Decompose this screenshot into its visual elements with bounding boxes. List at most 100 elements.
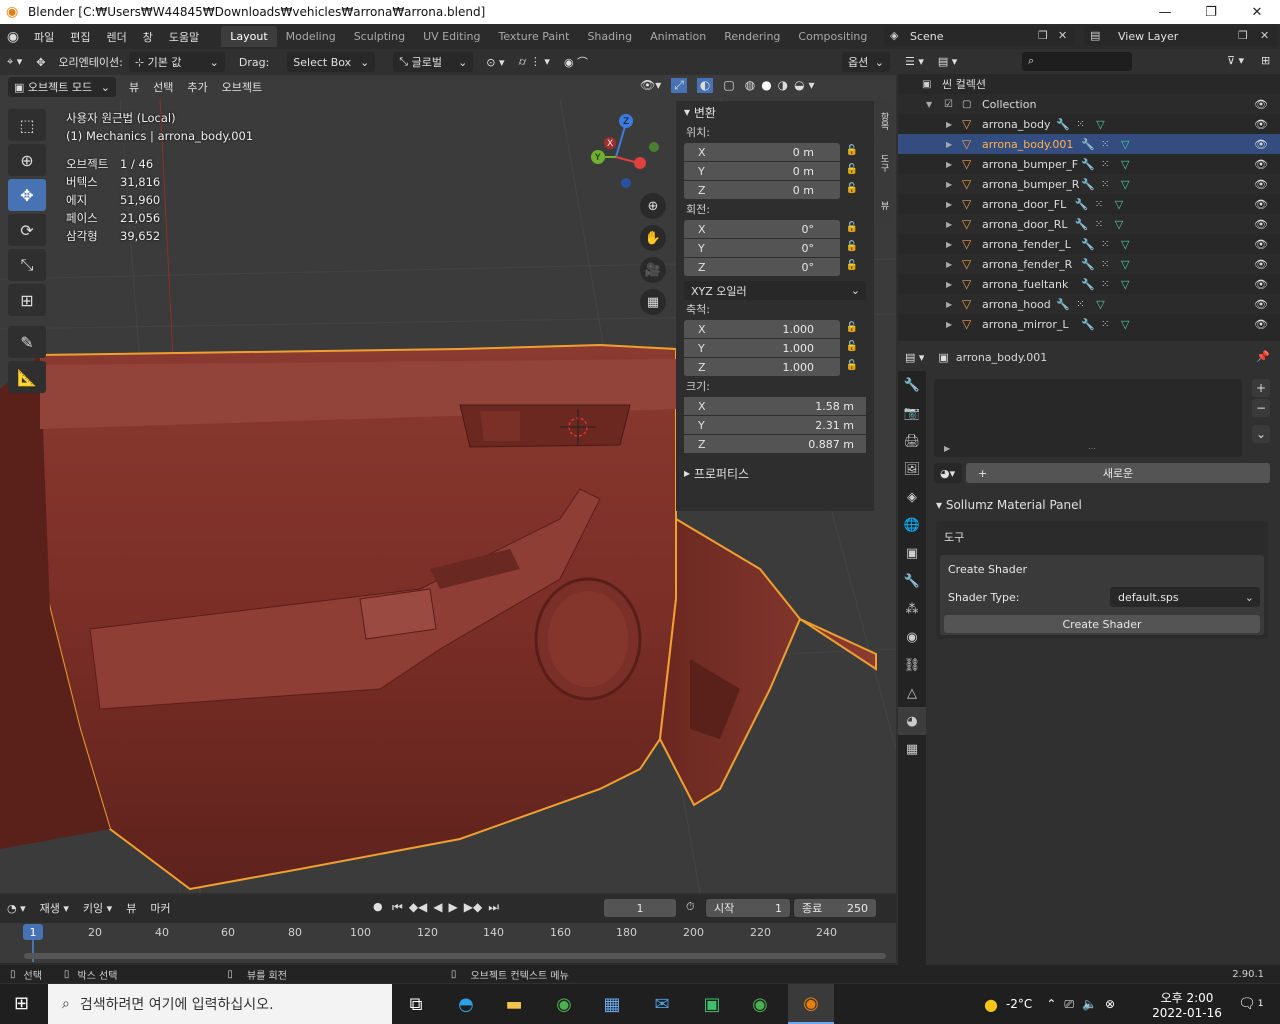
display-mode-icon[interactable]: ▤ ▾ bbox=[931, 55, 964, 68]
world-tab-icon[interactable]: 🌐 bbox=[898, 511, 926, 539]
record-icon[interactable]: ● bbox=[366, 900, 390, 913]
visibility-eye-icon[interactable]: 👁 bbox=[1254, 258, 1268, 271]
browse-material-icon[interactable]: ◕▾ bbox=[934, 463, 962, 483]
modifier-wrench-icon[interactable]: 🔧 bbox=[1075, 198, 1089, 211]
lock-icon[interactable]: 🔓 bbox=[846, 183, 858, 194]
tray-overflow-icon[interactable]: ⌃ bbox=[1046, 997, 1056, 1011]
mode-dropdown[interactable]: ▣ 오브젝트 모드 ⌄ bbox=[8, 77, 116, 97]
taskbar-search-input[interactable]: ⌕ 검색하려면 여기에 입력하십시오. bbox=[48, 984, 392, 1024]
copy-scene-icon[interactable]: ❐ bbox=[1038, 29, 1048, 42]
expand-triangle-icon[interactable]: ▶ bbox=[946, 320, 952, 329]
menu-marker[interactable]: 마커 bbox=[143, 900, 177, 916]
vertex-group-icon[interactable]: ⁙ bbox=[1101, 319, 1109, 330]
menu-timeline-view[interactable]: 뷰 bbox=[119, 900, 143, 916]
modifier-wrench-icon[interactable]: 🔧 bbox=[1056, 298, 1070, 311]
lock-icon[interactable]: 🔓 bbox=[846, 341, 858, 352]
store-icon[interactable]: ▦ bbox=[592, 988, 632, 1020]
shader-type-dropdown[interactable]: default.sps ⌄ bbox=[1110, 587, 1260, 607]
jump-keyframe-forward-icon[interactable]: ▶◆ bbox=[464, 900, 482, 915]
pivot-point-icon[interactable]: ⊙ ▾ bbox=[479, 56, 511, 69]
menu-object[interactable]: 오브젝트 bbox=[215, 79, 269, 95]
visibility-eye-icon[interactable]: 👁 bbox=[1254, 318, 1268, 331]
properties-editor-type-icon[interactable]: ▤ ▾ bbox=[898, 351, 931, 364]
tab-uv-editing[interactable]: UV Editing bbox=[414, 26, 489, 47]
menu-view[interactable]: 뷰 bbox=[122, 79, 146, 95]
texture-tab-icon[interactable]: ▦ bbox=[898, 735, 926, 763]
task-view-icon[interactable]: ⧉ bbox=[396, 988, 436, 1020]
properties-panel-header[interactable]: ▸ 프로퍼티스 bbox=[676, 462, 874, 484]
mesh-data-icon[interactable]: ▽ bbox=[1121, 178, 1129, 191]
menu-file[interactable]: 파일 bbox=[26, 29, 62, 45]
scale-x-field[interactable]: X 1.000 🔓 bbox=[684, 320, 858, 339]
material-slot-list[interactable]: ▶ ⋯ bbox=[934, 379, 1242, 457]
visibility-eye-icon[interactable]: 👁 bbox=[1254, 98, 1268, 111]
wireframe-shading-icon[interactable]: ◍ bbox=[745, 78, 755, 93]
transform-tool-icon[interactable]: ⊞ bbox=[8, 284, 46, 316]
scale-y-field[interactable]: Y 1.000 🔓 bbox=[684, 339, 858, 358]
sidebar-tab-view[interactable]: 뷰 bbox=[876, 185, 892, 225]
vertex-group-icon[interactable]: ⁙ bbox=[1101, 259, 1109, 270]
transform-space-dropdown[interactable]: ⤡ 글로벌 ⌄ bbox=[393, 52, 474, 72]
outliner-object-row[interactable]: ▶ ▽ arrona_bumper_F 🔧 ⁙ ▽ 👁 bbox=[898, 154, 1280, 174]
modifier-wrench-icon[interactable]: 🔧 bbox=[1081, 258, 1095, 271]
annotate-tool-icon[interactable]: ✎ bbox=[8, 326, 46, 358]
particles-tab-icon[interactable]: ⁂ bbox=[898, 595, 926, 623]
outliner-object-row[interactable]: ▶ ▽ arrona_bumper_R 🔧 ⁙ ▽ 👁 bbox=[898, 174, 1280, 194]
orientation-dropdown[interactable]: ⊹ 기본 값 ⌄ bbox=[128, 52, 225, 72]
filter-icon[interactable]: ⊽ ▾ bbox=[1220, 54, 1251, 67]
remove-slot-button[interactable]: − bbox=[1252, 399, 1270, 417]
minimize-button[interactable]: — bbox=[1142, 0, 1188, 24]
expand-triangle-icon[interactable]: ▶ bbox=[946, 120, 952, 129]
dimensions-x-field[interactable]: X 1.58 m bbox=[684, 397, 866, 416]
move-gizmo-icon[interactable]: ✥ bbox=[29, 56, 52, 69]
modifier-wrench-icon[interactable]: 🔧 bbox=[1075, 218, 1089, 231]
pin-icon[interactable]: 📌 bbox=[1256, 350, 1270, 363]
outliner-object-row[interactable]: ▶ ▽ arrona_door_RL 🔧 ⁙ ▽ 👁 bbox=[898, 214, 1280, 234]
rotation-mode-dropdown[interactable]: XYZ 오일러 ⌄ bbox=[684, 281, 866, 300]
measure-tool-icon[interactable]: 📐 bbox=[8, 361, 46, 393]
outliner-object-row[interactable]: ▶ ▽ arrona_body.001 🔧 ⁙ ▽ 👁 bbox=[898, 134, 1280, 154]
editor-type-icon[interactable]: ⌖ ▾ bbox=[0, 55, 29, 69]
visibility-eye-icon[interactable]: 👁 bbox=[1254, 178, 1268, 191]
options-dropdown[interactable]: 옵션 ⌄ bbox=[842, 52, 890, 72]
vertex-group-icon[interactable]: ⁙ bbox=[1101, 279, 1109, 290]
visibility-eye-icon[interactable]: 👁 bbox=[1254, 278, 1268, 291]
timeline-editor-type-icon[interactable]: ◔ ▾ bbox=[0, 902, 33, 915]
sidebar-tab-tool[interactable]: 도구 bbox=[876, 143, 892, 183]
jump-end-icon[interactable]: ⏭ bbox=[488, 900, 499, 915]
select-box-tool-icon[interactable]: ⬚ bbox=[8, 109, 46, 141]
preview-range-icon[interactable]: ⏱ bbox=[686, 900, 695, 914]
outliner-object-row[interactable]: ▶ ▽ arrona_hood 🔧 ⁙ ▽ 👁 bbox=[898, 294, 1280, 314]
maximize-button[interactable]: ❐ bbox=[1188, 0, 1234, 24]
menu-playback[interactable]: 재생 ▾ bbox=[33, 900, 76, 916]
vertex-group-icon[interactable]: ⁙ bbox=[1101, 179, 1109, 190]
pan-hand-icon[interactable]: ✋ bbox=[640, 225, 666, 251]
current-frame-field[interactable]: 1 bbox=[604, 899, 676, 917]
zoom-icon[interactable]: ⊕ bbox=[640, 193, 666, 219]
lock-icon[interactable]: 🔓 bbox=[846, 222, 858, 233]
expand-triangle-icon[interactable]: ▶ bbox=[946, 180, 952, 189]
snap-icon[interactable]: ⌭ ⋮ ▾ bbox=[512, 55, 557, 69]
tab-modeling[interactable]: Modeling bbox=[277, 26, 345, 47]
blender-menu-icon[interactable]: ◉ bbox=[0, 29, 26, 45]
render-tab-icon[interactable]: 📷 bbox=[898, 399, 926, 427]
copy-view-layer-icon[interactable]: ❐ bbox=[1238, 29, 1248, 42]
location-z-field[interactable]: Z0 m 🔓 bbox=[684, 181, 858, 200]
proportional-edit-icon[interactable]: ◉ ⌒ bbox=[557, 54, 595, 70]
tab-sculpting[interactable]: Sculpting bbox=[345, 26, 414, 47]
physics-tab-icon[interactable]: ◉ bbox=[898, 623, 926, 651]
menu-window[interactable]: 창 bbox=[135, 29, 161, 45]
expand-triangle-icon[interactable]: ▶ bbox=[946, 140, 952, 149]
new-material-button[interactable]: + 새로운 bbox=[966, 463, 1270, 483]
vertex-group-icon[interactable]: ⁙ bbox=[1101, 159, 1109, 170]
scene-collection-row[interactable]: ▣ 씬 컬렉션 bbox=[898, 74, 1280, 94]
lock-icon[interactable]: 🔓 bbox=[846, 145, 858, 156]
checkbox-icon[interactable]: ☑ bbox=[944, 99, 953, 110]
sollumz-panel-header[interactable]: ▾ Sollumz Material Panel bbox=[926, 493, 1280, 517]
move-tool-icon[interactable]: ✥ bbox=[8, 179, 46, 211]
gizmo-toggle-icon[interactable]: ⤢ bbox=[671, 78, 687, 93]
create-shader-button[interactable]: Create Shader bbox=[944, 615, 1260, 633]
scene-selector[interactable]: ◈ Scene ❐ ✕ bbox=[884, 26, 1074, 46]
mic-muted-icon[interactable]: ⊗ bbox=[1105, 997, 1115, 1011]
lock-icon[interactable]: 🔓 bbox=[846, 164, 858, 175]
